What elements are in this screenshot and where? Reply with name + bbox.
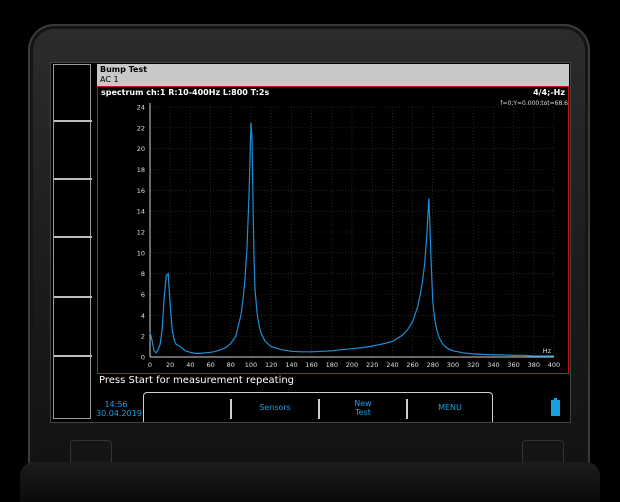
spectrum-chart[interactable]: 0 20 40 60 80 100 120 140 160 180 200 220 240 260 280 3… (98, 87, 568, 373)
new-test-button[interactable]: New Test (320, 393, 406, 422)
new-test-label-1: New (354, 398, 372, 408)
function-button-1[interactable] (144, 393, 230, 422)
sensors-button[interactable]: Sensors (232, 393, 318, 422)
x-tick-label: 20 (166, 361, 174, 369)
y-tick-label: 24 (137, 104, 145, 112)
menu-button[interactable]: MENU (408, 393, 492, 422)
page-title: Bump Test (100, 65, 148, 74)
softkey-2[interactable] (54, 178, 92, 180)
y-tick-label: 0 (141, 354, 145, 362)
y-tick-label: 22 (137, 124, 145, 132)
device-base (20, 462, 600, 502)
y-tick-label: 10 (137, 249, 145, 257)
clock: 14:56 30.04.2019 (96, 400, 142, 418)
y-tick-label: 6 (141, 291, 145, 299)
y-tick-label: 2 (141, 333, 145, 341)
x-tick-label: 60 (206, 361, 214, 369)
x-tick-label: 160 (305, 361, 317, 369)
function-key-bar: Sensors New Test MENU (143, 392, 493, 422)
x-tick-label: 100 (245, 361, 257, 369)
x-tick-label: 340 (487, 361, 499, 369)
channel-label: AC 1 (100, 75, 119, 84)
y-tick-label: 16 (137, 187, 145, 195)
x-tick-label: 220 (366, 361, 378, 369)
x-tick-label: 120 (265, 361, 277, 369)
x-tick-label: 320 (467, 361, 479, 369)
new-test-label-2: Test (355, 407, 371, 417)
x-tick-label: 240 (386, 361, 398, 369)
x-tick-label: 280 (427, 361, 439, 369)
y-tick-label: 20 (137, 145, 145, 153)
x-axis-label: Hz (543, 347, 552, 355)
y-tick-label: 18 (137, 166, 145, 174)
y-tick-label: 8 (141, 270, 145, 278)
clock-time: 14:56 (104, 400, 128, 409)
x-tick-label: 80 (227, 361, 235, 369)
x-tick-label: 360 (507, 361, 519, 369)
header-bar: Bump Test AC 1 (97, 64, 569, 86)
x-tick-label: 400 (548, 361, 560, 369)
softkey-panel (53, 64, 92, 419)
y-tick-label: 14 (137, 208, 145, 216)
softkey-4[interactable] (54, 296, 92, 298)
clock-date: 30.04.2019 (96, 409, 142, 418)
x-tick-label: 200 (346, 361, 358, 369)
status-message: Press Start for measurement repeating (99, 375, 295, 386)
softkey-1[interactable] (54, 120, 92, 122)
x-tick-label: 300 (447, 361, 459, 369)
y-tick-label: 12 (137, 229, 145, 237)
softkey-3[interactable] (54, 236, 92, 238)
spectrum-panel: spectrum ch:1 R:10-400Hz L:800 T:2s 4/4;… (97, 86, 569, 374)
x-tick-label: 380 (528, 361, 540, 369)
x-tick-label: 40 (186, 361, 194, 369)
x-tick-label: 260 (406, 361, 418, 369)
footer-bar: 14:56 30.04.2019 Sensors New Test MENU (53, 392, 570, 422)
softkey-5[interactable] (54, 355, 92, 357)
x-tick-label: 180 (326, 361, 338, 369)
battery-icon (551, 398, 560, 416)
x-tick-label: 140 (285, 361, 297, 369)
y-tick-label: 4 (141, 312, 145, 320)
x-tick-label: 0 (148, 361, 152, 369)
